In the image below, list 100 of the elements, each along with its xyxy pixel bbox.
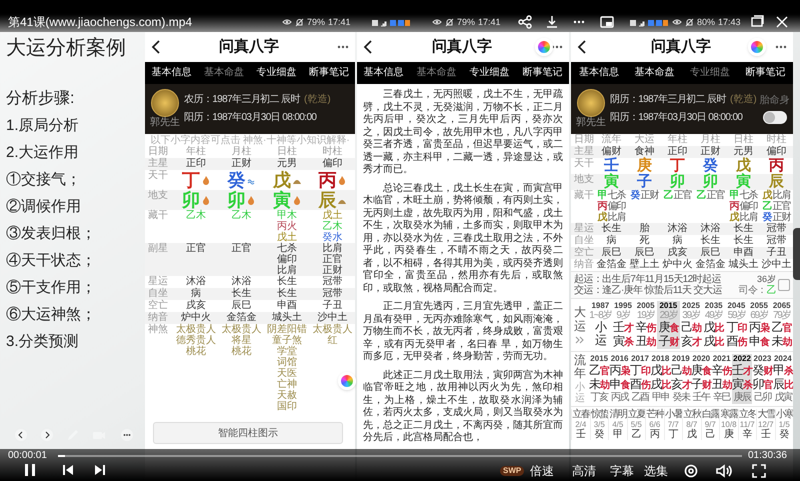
sub-pillar: 丁亥 (590, 392, 608, 403)
forward-circle-icon[interactable] (40, 428, 54, 442)
luck-pillar-item[interactable]: 2005 19岁 辛伤 丑劫 (634, 301, 658, 349)
table-cell-text: 元男 (734, 146, 754, 157)
back-icon[interactable] (363, 40, 373, 54)
screen-title: 问真八字 (432, 36, 492, 57)
more-icon[interactable] (337, 45, 349, 49)
term-stem: 戊 (686, 429, 697, 440)
side-handle[interactable] (793, 228, 800, 280)
table-cell: 比肩 (322, 243, 342, 254)
picture-in-picture-icon[interactable] (600, 15, 614, 29)
tab[interactable]: 专业细盘 (688, 66, 731, 80)
column-header: 年柱 (186, 146, 206, 158)
status-time: 17:41 (478, 16, 501, 28)
age-label: 69岁 (750, 311, 768, 321)
term-date: 1/5 (778, 420, 790, 430)
table-cell: 元男 (276, 158, 297, 170)
skip-forward-icon[interactable] (94, 464, 106, 476)
luck-pillar-item[interactable]: 2021 辛伤 丑劫 辛巳 (711, 354, 732, 404)
luck-pillar-item[interactable]: 2020 庚食 子财 壬午 (691, 354, 712, 404)
shensha-label: 国印 (276, 401, 297, 412)
term-date: 11/7 (740, 420, 755, 430)
luck-pillar-item[interactable]: 2017 丁印 酉伤 乙酉 (630, 354, 650, 404)
luck-pillar-item[interactable]: 2015 29岁 庚食 子财 (657, 301, 680, 349)
tab[interactable]: 专业细盘 (468, 66, 510, 80)
luck-pillar-item[interactable]: 1995 9岁 壬才 寅杀 (612, 301, 634, 349)
shensha-label: 红 (327, 335, 338, 346)
row-label: 星运 (147, 276, 169, 288)
luck-pillar-item[interactable]: 2019 己劫 亥才 癸未 (670, 354, 692, 404)
fullscreen-icon[interactable] (752, 464, 766, 478)
shensha-label: 桃花 (186, 346, 206, 357)
player-menu-button[interactable]: 选集 (644, 464, 668, 478)
solar-term: 立夏 (628, 409, 645, 420)
back-icon[interactable] (577, 40, 587, 54)
luck-pillar-item[interactable]: 2065 79岁 乙官 未劫 (770, 301, 793, 349)
luck-pillar-item[interactable]: 2023 癸财 卯官 己卯 (752, 354, 773, 404)
tab[interactable]: 专业细盘 (255, 66, 298, 80)
shensha-label: 德秀贵人 (176, 335, 216, 346)
volume-icon[interactable] (716, 464, 732, 478)
pillar-char: 运 (594, 334, 606, 347)
slide-heading: 分析步骤: (6, 88, 76, 109)
table-cell-text: 病 (190, 288, 201, 300)
hidden-stem: 戊土 (276, 232, 297, 243)
tab[interactable]: 基本信息 (362, 66, 404, 80)
row-label: 自坐 (147, 288, 169, 300)
solar-term: 惊蛰 (590, 409, 608, 420)
paragraph: 此述正二月戊土取用法，寅卯两宫为木神临官帝旺之地，故用神以丙火为先，煞印相生，为上格，燥土不生，故取癸水润泽为辅佐，若丙火太多，支成火局，则又当取癸水为先，总之正二月戊土，不离丙癸，随其所宜而分先后，此宫格局配合也， (363, 370, 563, 444)
row-label: 副星 (147, 243, 169, 255)
luck-pillar-item[interactable]: 2025 39岁 己劫 亥才 (680, 301, 702, 349)
stem-glyph: 丙 (318, 170, 336, 190)
notification-icons-drawing (372, 19, 410, 27)
player-menu-button[interactable]: 倍速 (530, 464, 554, 478)
pause-icon[interactable] (22, 462, 38, 478)
smart-chart-button[interactable]: 智能四柱图示 (153, 422, 343, 444)
tab[interactable]: 断事笔记 (744, 66, 786, 80)
tab[interactable]: 断事笔记 (522, 66, 564, 80)
pillar-with-god: 丁印 (726, 321, 746, 335)
tab[interactable]: 基本信息 (578, 66, 620, 80)
luck-pillar-item[interactable]: 2016 丙枭 申食 丙戌 (609, 354, 630, 404)
luck-pillar-item[interactable]: 2035 49岁 戊比 戌比 (702, 301, 726, 349)
age-label: 79岁 (772, 311, 790, 321)
column-header: 日柱 (734, 134, 754, 146)
double-chevron-icon[interactable] (575, 336, 585, 344)
tab[interactable]: 基本信息 (150, 66, 192, 80)
download-icon[interactable] (545, 15, 559, 29)
back-icon[interactable] (151, 40, 161, 54)
toggle-switch[interactable] (762, 110, 787, 124)
solar-date: 阳历：1987年03月30日 08:00:00 (610, 112, 744, 124)
table-cell: 偏印 (276, 254, 297, 265)
luck-pillar-item[interactable]: 2024 甲杀 辰比 戊寅 (772, 354, 793, 404)
tab[interactable]: 基本命盘 (416, 66, 458, 80)
luck-pillar-item[interactable]: 2015 乙官 未劫 丁亥 (589, 354, 610, 404)
pillar-with-god: 未劫 (772, 335, 792, 349)
luck-pillar-item[interactable]: 2055 69岁 丙枭 申食 (748, 301, 770, 349)
battery-level: 79% (457, 16, 476, 28)
tab[interactable]: 基本命盘 (202, 66, 245, 80)
table-cell: 城头土 (272, 312, 302, 324)
luck-pillar-item[interactable]: 1987 1~8岁 小 运 (589, 301, 612, 349)
player-menu-button[interactable]: 字幕 (610, 464, 634, 478)
luck-pillar-item[interactable]: 2022 壬才 寅杀 庚辰 (732, 354, 752, 404)
year-label: 1987 (591, 301, 610, 310)
skip-back-icon[interactable] (62, 464, 74, 476)
back-circle-icon[interactable] (14, 428, 28, 442)
more-icon[interactable] (775, 45, 787, 49)
hidden-stem: 乙木 (322, 221, 342, 232)
step-item: 3.分类预测 (6, 332, 80, 352)
table-cell: 金箔金 (696, 259, 726, 271)
tab[interactable]: 断事笔记 (308, 66, 350, 80)
close-icon[interactable] (775, 15, 789, 29)
stem-glyph: 卯 (670, 174, 685, 190)
stem-glyph: 丙 (769, 158, 784, 174)
luck-pillar-item[interactable]: 2045 59岁 丁印 酉伤 (725, 301, 748, 349)
share-icon[interactable] (518, 15, 532, 29)
tab[interactable]: 基本命盘 (633, 66, 676, 80)
pillar-with-god: 申食 (610, 378, 630, 392)
luck-pillar-item[interactable]: 2018 戊比 戌比 甲申 (650, 354, 671, 404)
stem-glyph: 寅 (604, 174, 619, 190)
pillar-with-god: 戌比 (650, 378, 670, 392)
player-menu-button[interactable]: 高清 (572, 464, 596, 478)
restore-icon[interactable] (750, 15, 764, 29)
